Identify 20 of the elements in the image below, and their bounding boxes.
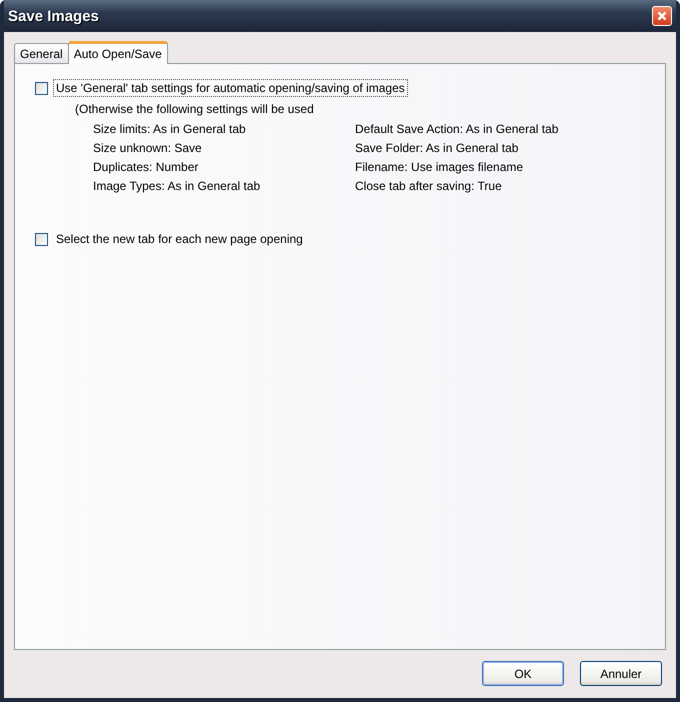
- setting-text: Default Save Action: As in General tab: [355, 122, 560, 136]
- setting-text: Duplicates: Number: [93, 160, 200, 174]
- setting-text: Close tab after saving: True: [355, 179, 503, 193]
- checkbox[interactable]: [35, 82, 48, 94]
- close-icon: [657, 11, 667, 21]
- checkbox-label[interactable]: Use 'General' tab settings for automatic opening/saving of images: [54, 80, 407, 96]
- setting-text: Filename: Use images filename: [355, 160, 524, 174]
- setting-text: Save Folder: As in General tab: [355, 141, 520, 155]
- note-text: (Otherwise the following settings will be used: [75, 102, 315, 116]
- setting-text: Image Types: As in General tab: [93, 179, 262, 193]
- tab[interactable]: General: [14, 43, 69, 63]
- close-button[interactable]: [652, 6, 672, 26]
- cancel-button[interactable]: Annuler: [580, 661, 662, 686]
- setting-text: Size unknown: Save: [93, 141, 203, 155]
- tab[interactable]: Auto Open/Save: [68, 41, 168, 64]
- ok-button[interactable]: OK: [482, 661, 564, 686]
- checkbox[interactable]: [35, 232, 48, 246]
- setting-text: Size limits: As in General tab: [93, 122, 247, 136]
- checkbox-label[interactable]: Select the new tab for each new page opening: [54, 231, 305, 247]
- window-title: Save Images: [8, 8, 99, 24]
